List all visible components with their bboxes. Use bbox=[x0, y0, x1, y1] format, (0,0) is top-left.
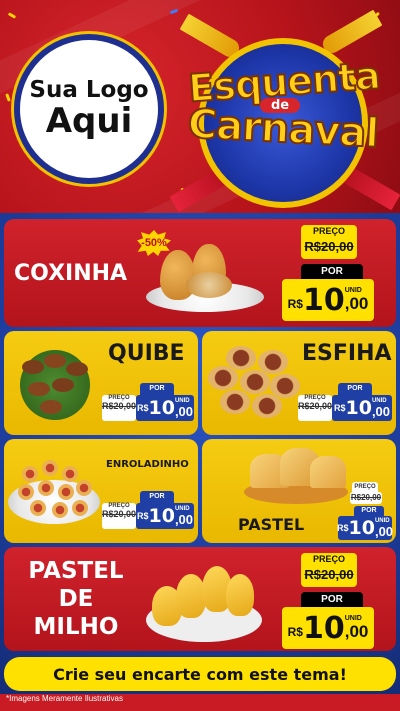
price-box: R$ 10 UNID ,00 bbox=[282, 279, 374, 321]
enroladinho-piece bbox=[42, 460, 58, 476]
quibe-piece bbox=[66, 362, 88, 376]
product-name: PASTEL bbox=[238, 515, 305, 534]
esfiha-piece bbox=[226, 346, 256, 370]
price-decimal: ,00 bbox=[174, 511, 194, 527]
quibe-piece bbox=[44, 354, 66, 368]
trumpet-icon bbox=[319, 9, 383, 57]
por-label: POR bbox=[140, 383, 174, 395]
old-price: R$20,00 bbox=[304, 239, 354, 254]
enroladinho-piece bbox=[72, 500, 88, 516]
price-integer: 10 bbox=[148, 505, 175, 527]
por-label: POR bbox=[140, 491, 174, 503]
preco-label: PREÇO bbox=[352, 482, 378, 492]
price-decimal: ,00 bbox=[344, 293, 369, 313]
esfiha-piece bbox=[208, 366, 238, 390]
esfiha-piece bbox=[270, 374, 300, 398]
price-box: R$ 10 UNID ,00 bbox=[332, 395, 392, 421]
product-name: COXINHA bbox=[14, 261, 128, 286]
pastel-de-milho-image bbox=[140, 552, 266, 648]
price-box: R$ 10 UNID ,00 bbox=[282, 607, 374, 649]
product-name-line1: PASTEL bbox=[28, 558, 124, 584]
old-price: R$20,00 bbox=[102, 401, 137, 411]
logo-line1: Sua Logo bbox=[29, 76, 149, 103]
esfiha-image bbox=[206, 344, 302, 424]
pastel-milho-piece bbox=[226, 574, 254, 616]
preco-label: PREÇO bbox=[312, 554, 345, 564]
quibe-piece bbox=[40, 400, 62, 414]
product-name: ESFIHA bbox=[302, 341, 392, 366]
enroladinho-piece bbox=[22, 466, 38, 482]
price-decimal: ,00 bbox=[374, 523, 394, 539]
product-name-line2: DE bbox=[58, 586, 94, 612]
quibe-image bbox=[10, 340, 100, 426]
product-name: QUIBE bbox=[108, 341, 185, 366]
old-price-box: PREÇO R$20,00 bbox=[298, 395, 332, 421]
price-decimal: ,00 bbox=[174, 403, 194, 419]
currency: R$ bbox=[136, 403, 149, 413]
price-box: R$ 10 UNID ,00 bbox=[136, 503, 194, 529]
por-label: POR bbox=[338, 383, 372, 395]
unit-label: UNID bbox=[344, 614, 362, 622]
product-name: ENROLADINHO bbox=[106, 459, 189, 470]
por-label: POR bbox=[301, 592, 363, 607]
esfiha-piece bbox=[258, 350, 288, 374]
logo-placeholder: Sua Logo Aqui bbox=[14, 34, 164, 184]
price-box: R$ 10 UNID ,00 bbox=[136, 395, 194, 421]
pastel-piece bbox=[310, 456, 346, 488]
price-integer: 10 bbox=[345, 397, 372, 419]
coxinha-image bbox=[146, 238, 264, 318]
coxinha-piece bbox=[186, 272, 232, 298]
old-price-box: PREÇO R$20,00 bbox=[102, 395, 136, 421]
price-integer: 10 bbox=[348, 517, 375, 539]
logo-line2: Aqui bbox=[45, 100, 133, 141]
enroladinho-piece bbox=[30, 500, 46, 516]
pastel-image bbox=[240, 444, 352, 508]
product-name: PASTEL DE MILHO bbox=[24, 557, 128, 641]
price-decimal: ,00 bbox=[371, 403, 391, 419]
currency: R$ bbox=[287, 297, 303, 311]
esfiha-piece bbox=[220, 390, 250, 414]
old-price: R$20,00 bbox=[102, 509, 137, 519]
old-price: R$20,00 bbox=[350, 492, 382, 504]
price-integer: 10 bbox=[302, 610, 345, 646]
price-box: R$ 10 UNID ,00 bbox=[336, 516, 394, 540]
enroladinho-piece bbox=[52, 502, 68, 518]
cta-banner[interactable]: Crie seu encarte com este tema! bbox=[4, 657, 396, 691]
por-label: POR bbox=[301, 264, 363, 279]
currency: R$ bbox=[287, 625, 303, 639]
old-price: R$20,00 bbox=[304, 567, 354, 582]
confetti bbox=[7, 12, 17, 19]
confetti bbox=[5, 93, 11, 102]
enroladinho-piece bbox=[58, 484, 74, 500]
disclaimer: *Imagens Meramente Ilustrativas bbox=[6, 694, 123, 703]
unit-label: UNID bbox=[344, 286, 362, 294]
currency: R$ bbox=[333, 403, 346, 413]
old-price-box: PREÇO R$20,00 bbox=[102, 503, 136, 529]
carnival-title: Esquenta de Carnaval bbox=[169, 9, 400, 213]
currency: R$ bbox=[136, 511, 149, 521]
enroladinho-piece bbox=[76, 480, 92, 496]
quibe-piece bbox=[22, 360, 44, 374]
por-label: POR bbox=[354, 506, 384, 516]
currency: R$ bbox=[336, 523, 349, 533]
esfiha-piece bbox=[252, 394, 282, 418]
product-name-line3: MILHO bbox=[33, 614, 119, 640]
price-integer: 10 bbox=[148, 397, 175, 419]
old-price-box: PREÇO R$20,00 bbox=[301, 225, 357, 259]
enroladinho-piece bbox=[62, 466, 78, 482]
quibe-piece bbox=[28, 382, 50, 396]
quibe-piece bbox=[52, 378, 74, 392]
enroladinho-piece bbox=[18, 484, 34, 500]
price-integer: 10 bbox=[302, 282, 345, 318]
preco-label: PREÇO bbox=[312, 226, 345, 236]
old-price-box: PREÇO R$20,00 bbox=[301, 553, 357, 587]
enroladinho-image bbox=[8, 454, 104, 534]
old-price: R$20,00 bbox=[298, 401, 333, 411]
enroladinho-piece bbox=[38, 480, 54, 496]
esfiha-piece bbox=[240, 370, 270, 394]
header-banner: Sua Logo Aqui Esquenta de Carnaval bbox=[0, 0, 400, 215]
price-decimal: ,00 bbox=[344, 621, 369, 641]
